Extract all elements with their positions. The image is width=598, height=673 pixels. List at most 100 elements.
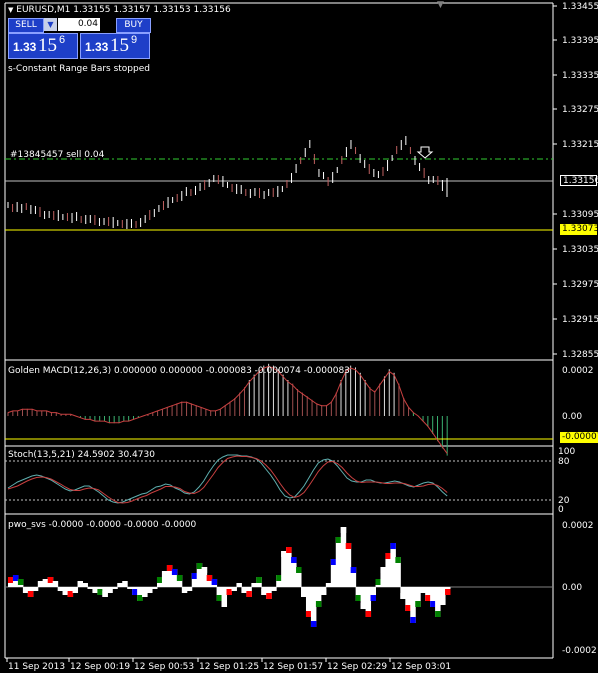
- pwo-bar-edge: [330, 559, 337, 565]
- pwo-bar-edge: [385, 553, 391, 559]
- pwo-bar-edge: [320, 589, 327, 595]
- chart-canvas: 1.334551.333951.333351.332751.332151.330…: [4, 2, 598, 672]
- macd-title: Golden MACD(12,26,3) 0.000000 0.000000 -…: [8, 366, 350, 376]
- pwo-bar-edge: [12, 575, 19, 581]
- sell-price-box[interactable]: 1.33 15 6: [8, 33, 78, 59]
- pwo-bar-edge: [291, 557, 297, 563]
- stoch-signal-line: [7, 455, 448, 504]
- pwo-bar-edge: [281, 551, 287, 557]
- pwo-bar-edge: [27, 591, 34, 597]
- pwo-bar-edge: [132, 589, 138, 595]
- pwo-bar: [72, 587, 79, 593]
- pwo-bar-edge: [355, 595, 362, 601]
- pwo-bar: [181, 587, 188, 593]
- pwo-bar-edge: [440, 599, 446, 605]
- pwo-bar-edge: [340, 527, 347, 533]
- price-tick-label: 1.33215: [562, 140, 598, 150]
- pwo-bar-edge: [315, 601, 322, 607]
- pwo-bar-edge: [137, 595, 143, 601]
- buy-price-box[interactable]: 1.33 15 9: [80, 33, 150, 59]
- pwo-bar: [231, 587, 237, 591]
- pwo-bar-edge: [156, 577, 163, 583]
- pwo-bar-edge: [226, 589, 232, 595]
- sell-button[interactable]: SELL: [8, 18, 44, 33]
- pwo-bar: [390, 543, 396, 587]
- macd-histogram: [7, 363, 448, 456]
- pwo-bar-edge: [350, 567, 357, 573]
- pwo-bar-edge: [360, 603, 367, 609]
- pwo-bar-edge: [335, 537, 342, 543]
- pwo-bar-edge: [415, 601, 421, 607]
- pwo-bar-edge: [191, 573, 198, 579]
- pwo-bar-edge: [42, 579, 49, 585]
- pwo-bar: [152, 587, 158, 589]
- price-tick-label: 1.33455: [562, 2, 598, 12]
- status-text: s-Constant Range Bars stopped: [8, 64, 150, 74]
- pwo-bar: [420, 587, 426, 593]
- chart-type-icon: ▼: [8, 6, 14, 14]
- stoch-main-line: [7, 454, 448, 504]
- lot-dropdown-icon[interactable]: ▼: [44, 18, 57, 31]
- price-tick-label: 1.33275: [562, 105, 598, 115]
- buy-price-lead: 1.33: [85, 40, 109, 54]
- pwo-bar-edge: [196, 563, 203, 569]
- pwo-bar: [92, 587, 98, 593]
- pwo-bar-edge: [390, 543, 396, 549]
- pwo-bar-edge: [430, 601, 436, 607]
- pwo-bar-edge: [171, 569, 178, 575]
- sell-price-sup: 6: [59, 34, 66, 46]
- pwo-bar-edge: [216, 595, 223, 601]
- time-tick-label: 12 Sep 02:29: [327, 662, 387, 672]
- stoch-tick-label: 80: [558, 457, 570, 467]
- stoch-tick-label: 0: [558, 505, 564, 515]
- pwo-bar-edge: [380, 567, 386, 573]
- pwo-bar-edge: [365, 611, 372, 617]
- pwo-bar-edge: [201, 567, 208, 573]
- symbol-header: ▼ EURUSD,M1 1.33155 1.33157 1.33153 1.33…: [8, 5, 231, 15]
- buy-button[interactable]: BUY: [116, 18, 151, 33]
- pwo-bar-edge: [206, 575, 213, 581]
- symbol-header-text: EURUSD,M1 1.33155 1.33157 1.33153 1.3315…: [16, 5, 231, 15]
- pwo-bar-edge: [395, 557, 401, 563]
- pwo-title: pwo_svs -0.0000 -0.0000 -0.0000 -0.0000: [8, 520, 197, 530]
- down-arrow-icon: [416, 146, 434, 159]
- pwo-bar: [32, 587, 39, 591]
- pwo-bar-edge: [161, 571, 168, 577]
- pwo-tick-label: -0.0002: [562, 646, 597, 656]
- price-tick-label: 1.33035: [562, 245, 598, 255]
- pwo-bar: [37, 581, 44, 587]
- pwo-bar: [82, 583, 88, 587]
- macd-tick-label: 0.00: [562, 412, 582, 422]
- pwo-bar-edge: [305, 611, 312, 617]
- pwo-bar-edge: [221, 601, 228, 607]
- pwo-bar: [127, 587, 133, 589]
- pwo-histogram: [8, 527, 451, 627]
- pwo-bar-edge: [261, 589, 267, 595]
- pwo-bar: [122, 581, 128, 587]
- price-tick-label: 1.32975: [562, 280, 598, 290]
- time-tick-label: 12 Sep 03:01: [391, 662, 451, 672]
- chart-shift-icon[interactable]: ▼: [437, 0, 444, 10]
- pwo-bar: [112, 587, 118, 589]
- pwo-bar-edge: [425, 595, 431, 601]
- pwo-bar-edge: [102, 591, 108, 597]
- pwo-bar-edge: [310, 621, 317, 627]
- pwo-bar-edge: [142, 591, 148, 597]
- pwo-bar-edge: [97, 589, 103, 595]
- pwo-bar: [271, 587, 277, 591]
- pwo-bar: [345, 543, 352, 587]
- pwo-bar: [87, 587, 93, 589]
- yellow-price-tag: 1.33073: [560, 224, 598, 235]
- price-tick-label: 1.33395: [562, 36, 598, 46]
- pwo-bar-edge: [345, 543, 352, 549]
- time-axis-ticks: 11 Sep 2013 12 Sep 00:19 12 Sep 00:53 12 Se…: [6, 658, 451, 672]
- current-price-tag: 1.33156: [560, 175, 598, 186]
- lot-size-input[interactable]: 0.04: [58, 18, 100, 31]
- pwo-bar-edge: [47, 577, 54, 583]
- pwo-bar-edge: [370, 595, 377, 601]
- stoch-tick-label: 100: [558, 447, 575, 457]
- pwo-bar-edge: [301, 591, 307, 597]
- order-label: #13845457 sell 0.04: [10, 150, 105, 160]
- pwo-bar-edge: [276, 575, 282, 581]
- pwo-bar-edge: [435, 611, 441, 617]
